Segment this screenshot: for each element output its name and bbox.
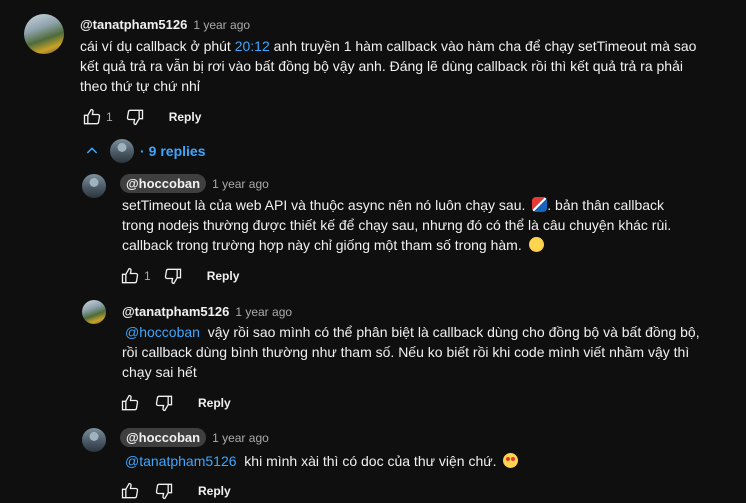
reply-author[interactable]: @tanatpham5126	[122, 304, 229, 319]
reply-text-part: vậy rồi sao mình có thể phân biệt là cal…	[199, 324, 700, 340]
comment-author[interactable]: @tanatpham5126	[80, 17, 187, 32]
reply-text-line: trong nodejs thường được thiết kế để chạ…	[122, 217, 672, 233]
bullet: ·	[140, 143, 145, 159]
replies-count: 9 replies	[148, 143, 206, 159]
chevron-up-icon	[84, 143, 104, 159]
rabbit-emoji-icon	[532, 197, 548, 212]
reply-header: @tanatpham5126 1 year ago	[122, 303, 292, 321]
heart-eyes-emoji-icon	[503, 453, 519, 468]
like-icon[interactable]	[118, 391, 142, 415]
comment-time[interactable]: 1 year ago	[193, 18, 250, 32]
mention-link[interactable]: @hoccoban	[125, 324, 200, 340]
reply-text-part: khi mình xài thì có doc của thư viện chứ…	[236, 453, 497, 469]
avatar[interactable]	[82, 174, 106, 198]
reply-text-part: setTimeout là của web API và thuộc async…	[122, 197, 526, 213]
comment-actions: 1 Reply	[80, 105, 201, 129]
replies-toggle[interactable]: · 9 replies	[84, 139, 206, 163]
reply-button[interactable]: Reply	[207, 269, 240, 283]
reply-text-part: . bản thân callback	[547, 197, 665, 213]
reply-header: @hoccoban 1 year ago	[120, 174, 269, 193]
reply-actions: Reply	[118, 391, 231, 415]
like-icon[interactable]	[118, 264, 142, 288]
avatar[interactable]	[82, 300, 106, 324]
dislike-icon[interactable]	[123, 105, 147, 129]
avatar[interactable]	[82, 428, 106, 452]
reply-button[interactable]: Reply	[198, 396, 231, 410]
like-icon[interactable]	[118, 479, 142, 503]
reply-author[interactable]: @hoccoban	[120, 174, 207, 193]
like-icon[interactable]	[80, 105, 104, 129]
reply-text-line: rồi callback dùng bình thường như tham s…	[122, 344, 690, 360]
reply-header: @hoccoban 1 year ago	[120, 428, 269, 447]
reply-text: @tanatpham5126 khi mình xài thì có doc c…	[122, 451, 732, 471]
creator-avatar	[110, 139, 134, 163]
reply-text-part: callback trong trường hợp này chỉ giống …	[122, 237, 522, 253]
like-count: 1	[144, 269, 151, 283]
reply-text: @hoccoban vậy rồi sao mình có thể phân b…	[122, 322, 732, 382]
avatar[interactable]	[24, 14, 64, 54]
reply-button[interactable]: Reply	[198, 484, 231, 498]
reply-time[interactable]: 1 year ago	[212, 177, 269, 191]
comment-text-part: anh truyền 1 hàm callback vào hàm cha để…	[269, 38, 697, 54]
comment-text-line: theo thứ tự chứ nhỉ	[80, 78, 200, 94]
reply-actions: 1 Reply	[118, 264, 239, 288]
reply-author[interactable]: @hoccoban	[120, 428, 207, 447]
dislike-icon[interactable]	[152, 391, 176, 415]
dislike-icon[interactable]	[161, 264, 185, 288]
reply-actions: Reply	[118, 479, 231, 503]
like-count: 1	[106, 110, 113, 124]
reply-button[interactable]: Reply	[169, 110, 202, 124]
timestamp-link[interactable]: 20:12	[235, 38, 270, 54]
reply-time[interactable]: 1 year ago	[212, 431, 269, 445]
mention-link[interactable]: @tanatpham5126	[125, 453, 237, 469]
comment-text-line: kết quả trả ra vẫn bị rơi vào bất đồng b…	[80, 58, 683, 74]
dislike-icon[interactable]	[152, 479, 176, 503]
comment-header: @tanatpham5126 1 year ago	[80, 16, 250, 34]
reply-time[interactable]: 1 year ago	[235, 305, 292, 319]
comment-text: cái ví dụ callback ở phút 20:12 anh truy…	[80, 36, 730, 96]
reply-text: setTimeout là của web API và thuộc async…	[122, 195, 732, 255]
comment-text-part: cái ví dụ callback ở phút	[80, 38, 235, 54]
reply-text-line: chạy sai hết	[122, 364, 197, 380]
sweat-smile-emoji-icon	[528, 237, 544, 252]
